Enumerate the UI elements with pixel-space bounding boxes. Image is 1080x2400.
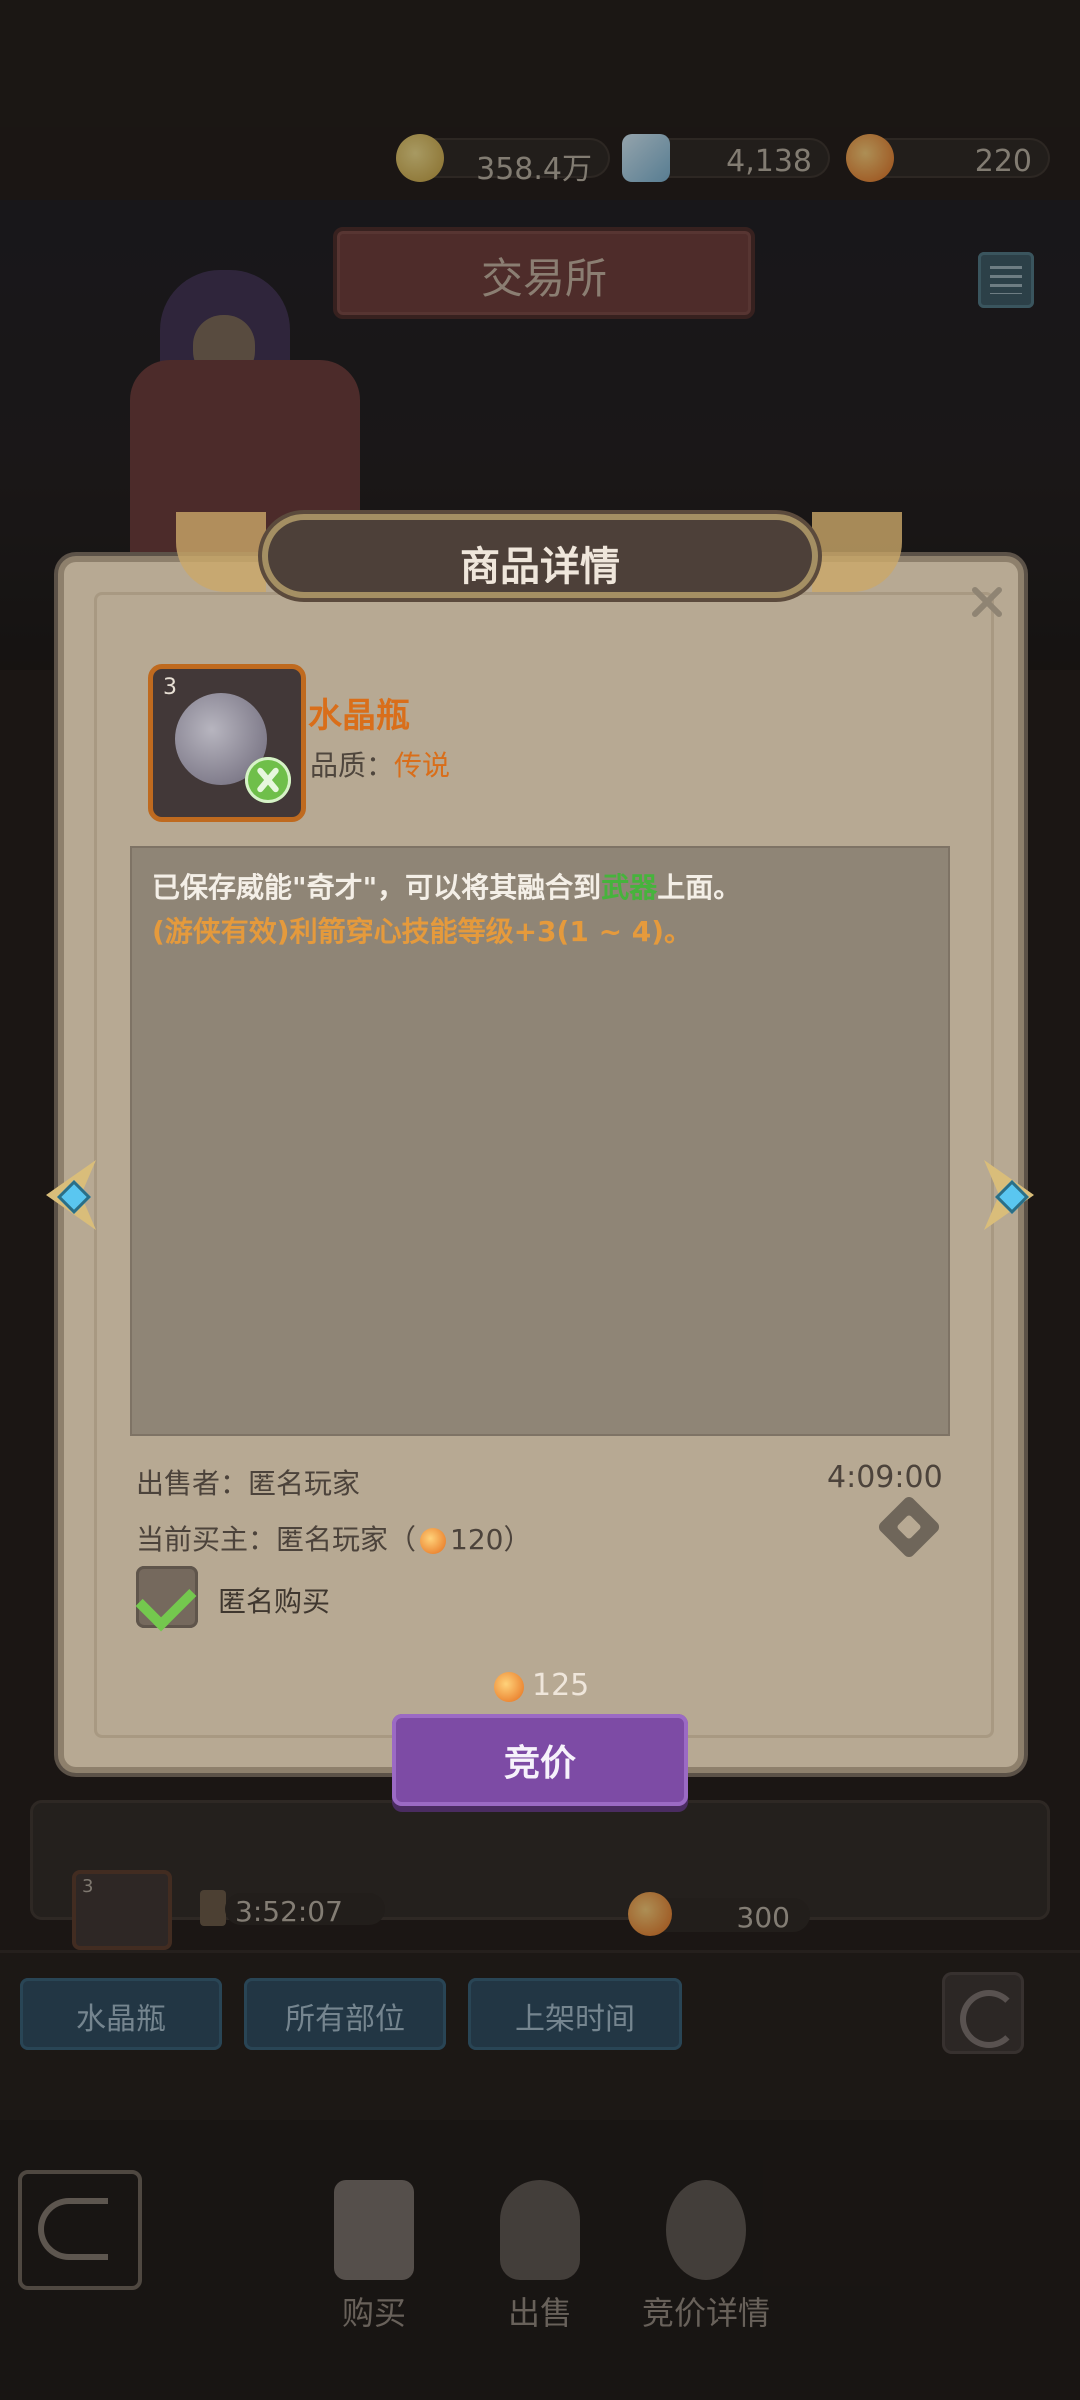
desc-line1-suffix: 上面。 bbox=[657, 871, 742, 904]
filter-item-type-label: 水晶瓶 bbox=[76, 2002, 166, 2037]
exchange-title: 交易所 bbox=[480, 254, 607, 303]
hourglass-icon bbox=[200, 1890, 226, 1926]
anonymous-checkbox[interactable] bbox=[135, 1566, 198, 1632]
tab-buy-label: 购买 bbox=[341, 2294, 406, 2332]
list-timer: 3:52:07 bbox=[225, 1893, 385, 1928]
gold-value: 358.4万 bbox=[476, 152, 592, 187]
tab-bid-details-label: 竞价详情 bbox=[641, 2294, 770, 2332]
tab-sell[interactable]: 出售 bbox=[450, 2180, 630, 2380]
diamond-counter: 4,138 bbox=[622, 134, 830, 182]
next-bid-value: 125 bbox=[532, 1668, 590, 1703]
scale-icon bbox=[334, 2180, 414, 2280]
auction-list-row[interactable] bbox=[30, 1800, 1050, 1920]
time-left: 4:09:00 bbox=[827, 1460, 943, 1495]
next-item-arrow[interactable] bbox=[966, 1140, 1052, 1250]
seller-label: 出售者： bbox=[136, 1467, 249, 1500]
quality-value: 传说 bbox=[394, 749, 451, 782]
list-timer-text: 3:52:07 bbox=[235, 1895, 343, 1928]
back-arrow-icon bbox=[38, 2198, 108, 2260]
menu-button[interactable] bbox=[978, 252, 1034, 308]
tab-buy[interactable]: 购买 bbox=[284, 2180, 464, 2380]
filter-listing-time-label: 上架时间 bbox=[515, 2002, 635, 2037]
desc-line1-highlight: 武器 bbox=[601, 871, 658, 904]
anonymous-checkbox-label: 匿名购买 bbox=[218, 1585, 331, 1618]
checkmark-icon bbox=[135, 1570, 197, 1632]
blue-gem-icon bbox=[995, 1180, 1029, 1214]
refresh-icon bbox=[960, 1990, 1018, 2048]
list-icon bbox=[990, 266, 1022, 294]
crossed-swords-icon bbox=[245, 757, 291, 803]
seller-value: 匿名玩家 bbox=[248, 1467, 361, 1500]
list-price: 300 bbox=[628, 1892, 810, 1936]
list-price-text: 300 bbox=[736, 1901, 790, 1934]
seller-row: 出售者：匿名玩家 bbox=[136, 1462, 360, 1502]
refresh-button[interactable] bbox=[942, 1972, 1024, 2054]
gold-coin-icon bbox=[396, 134, 444, 182]
bid-button[interactable]: 竞价 bbox=[392, 1714, 688, 1806]
tab-sell-label: 出售 bbox=[507, 2294, 572, 2332]
close-icon[interactable] bbox=[964, 580, 1008, 624]
blue-gem-icon bbox=[57, 1180, 91, 1214]
next-bid-price: 125 bbox=[494, 1668, 589, 1703]
buyer-value: 匿名玩家（ bbox=[276, 1523, 417, 1556]
item-name: 水晶瓶 bbox=[308, 696, 410, 736]
list-item-thumbnail[interactable]: 3 bbox=[72, 1870, 172, 1950]
desc-line1-prefix: 已保存威能"奇才"，可以将其融合到 bbox=[152, 871, 602, 904]
description-box: 已保存威能"奇才"，可以将其融合到武器上面。 (游侠有效)利箭穿心技能等级+3(… bbox=[130, 846, 950, 1436]
coins-icon bbox=[666, 2180, 746, 2280]
item-quality: 品质：传说 bbox=[310, 744, 450, 784]
desc-line2: (游侠有效)利箭穿心技能等级+3(1 ~ 4)。 bbox=[152, 915, 693, 948]
orange-gem-icon bbox=[494, 1671, 524, 1702]
modal-title: 商品详情 bbox=[460, 544, 620, 590]
buyer-bid: 120） bbox=[450, 1523, 532, 1556]
gem-value: 220 bbox=[974, 144, 1032, 179]
item-count: 3 bbox=[163, 675, 177, 700]
filter-item-type[interactable]: 水晶瓶 bbox=[20, 1978, 222, 2050]
description-text: 已保存威能"奇才"，可以将其融合到武器上面。 (游侠有效)利箭穿心技能等级+3(… bbox=[152, 866, 932, 954]
filter-all-parts[interactable]: 所有部位 bbox=[244, 1978, 446, 2050]
bag-icon bbox=[500, 2180, 580, 2280]
bid-button-label: 竞价 bbox=[503, 1743, 576, 1784]
buyer-row: 当前买主：匿名玩家（ 120） bbox=[136, 1518, 531, 1558]
filter-all-parts-label: 所有部位 bbox=[285, 2002, 405, 2037]
item-card: 3 bbox=[148, 664, 306, 822]
exchange-banner: 交易所 bbox=[333, 227, 755, 319]
quality-label: 品质： bbox=[310, 749, 395, 782]
gem-counter: 220 bbox=[846, 134, 1050, 182]
list-item-count: 3 bbox=[82, 1876, 94, 1897]
filter-listing-time[interactable]: 上架时间 bbox=[468, 1978, 682, 2050]
orange-gem-icon bbox=[846, 134, 894, 182]
diamond-value: 4,138 bbox=[726, 144, 812, 179]
gold-counter: 358.4万 bbox=[396, 134, 610, 187]
diamond-icon bbox=[622, 134, 670, 182]
buyer-label: 当前买主： bbox=[136, 1523, 277, 1556]
orange-gem-icon bbox=[420, 1528, 447, 1554]
previous-item-arrow[interactable] bbox=[28, 1140, 114, 1250]
tab-bid-details[interactable]: 竞价详情 bbox=[616, 2180, 796, 2380]
modal-title-plate: 商品详情 bbox=[268, 520, 812, 592]
orange-gem-icon bbox=[628, 1892, 672, 1936]
